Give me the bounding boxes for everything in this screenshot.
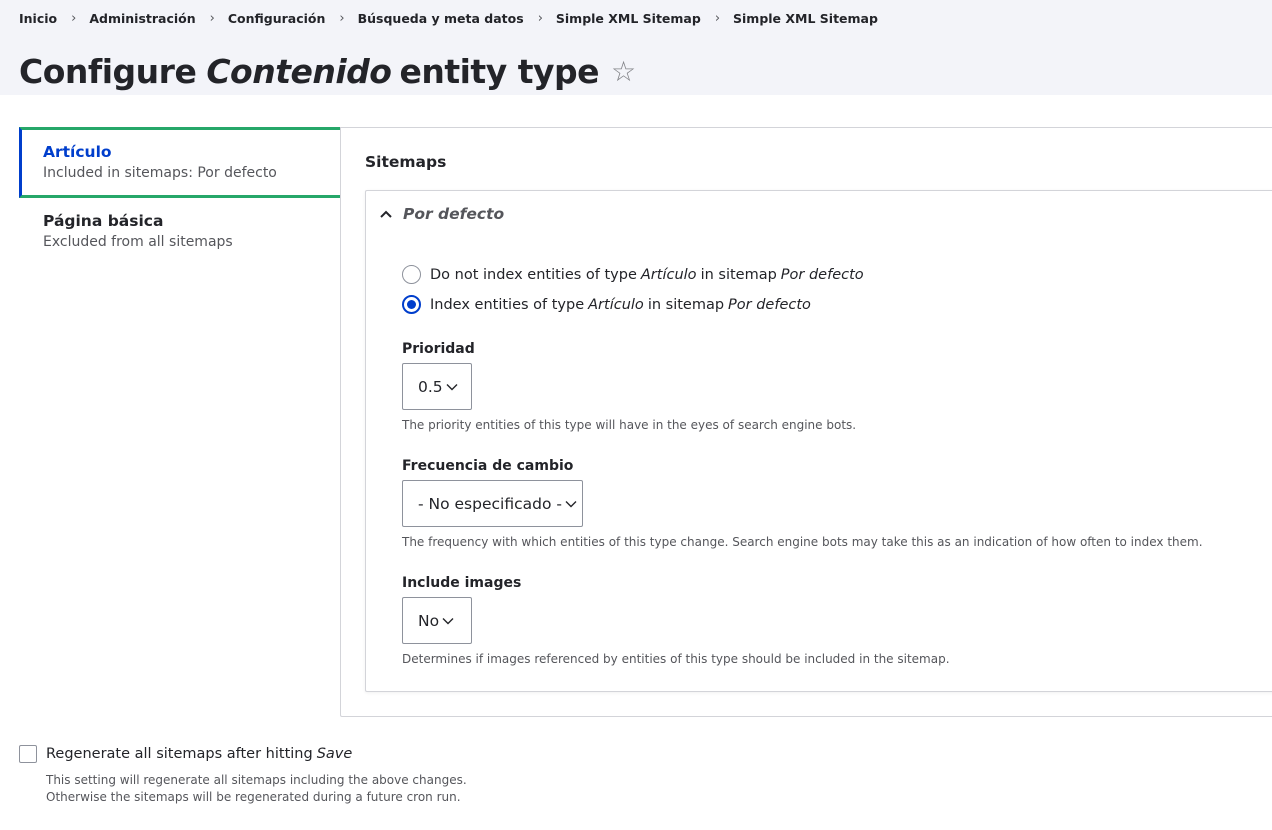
changefreq-description: The frequency with which entities of thi… bbox=[402, 535, 1203, 549]
breadcrumb-item-busqueda[interactable]: Búsqueda y meta datos bbox=[358, 11, 524, 26]
changefreq-value: - No especificado - bbox=[418, 494, 562, 513]
sitemap-details: Por defecto Do not index entities of typ… bbox=[365, 190, 1272, 692]
chevron-down-icon bbox=[442, 617, 454, 624]
changefreq-select[interactable]: - No especificado - bbox=[402, 480, 583, 527]
radio-label-pre: Do not index entities of type bbox=[430, 266, 637, 283]
tab-title: Artículo bbox=[43, 143, 112, 161]
breadcrumb-item-inicio[interactable]: Inicio bbox=[19, 11, 57, 26]
vertical-tabs: Artículo Included in sitemaps: Por defec… bbox=[19, 127, 340, 250]
regenerate-label-save: Save bbox=[316, 746, 353, 762]
breadcrumb-separator: › bbox=[537, 11, 543, 26]
chevron-up-icon bbox=[380, 210, 392, 218]
page-header: Inicio › Administración › Configuración … bbox=[0, 0, 1272, 95]
tab-summary: Excluded from all sitemaps bbox=[43, 234, 233, 250]
tab-articulo[interactable]: Artículo Included in sitemaps: Por defec… bbox=[19, 127, 340, 198]
breadcrumb-separator: › bbox=[714, 11, 721, 26]
radio-button-checked[interactable] bbox=[402, 295, 421, 314]
page-title: Configure Contenido entity type ☆ bbox=[19, 52, 636, 91]
breadcrumb-separator: › bbox=[209, 11, 215, 26]
regenerate-label: Regenerate all sitemaps after hitting bbox=[46, 746, 313, 762]
tab-panel: Sitemaps Por defecto Do not index entiti… bbox=[340, 127, 1272, 717]
breadcrumb-item-simple-xml-sitemap-current[interactable]: Simple XML Sitemap bbox=[733, 11, 878, 26]
tab-title: Página básica bbox=[43, 212, 164, 230]
priority-select[interactable]: 0.5 bbox=[402, 363, 472, 410]
changefreq-label: Frecuencia de cambio bbox=[402, 458, 574, 474]
details-summary[interactable]: Por defecto bbox=[379, 205, 504, 223]
radio-index[interactable]: Index entities of type Artículo in sitem… bbox=[402, 295, 815, 314]
breadcrumb-separator: › bbox=[339, 11, 345, 26]
sitemaps-legend: Sitemaps bbox=[365, 153, 447, 171]
tab-summary: Included in sitemaps: Por defecto bbox=[43, 165, 277, 181]
regenerate-description-line: This setting will regenerate all sitemap… bbox=[46, 773, 467, 787]
radio-label-type: Artículo bbox=[640, 266, 697, 283]
regenerate-description: This setting will regenerate all sitemap… bbox=[46, 772, 467, 806]
priority-value: 0.5 bbox=[418, 377, 443, 396]
chevron-down-icon bbox=[565, 500, 577, 507]
regenerate-checkbox[interactable] bbox=[19, 745, 37, 763]
page-title-prefix: Configure bbox=[19, 52, 197, 92]
radio-label-pre: Index entities of type bbox=[430, 296, 585, 313]
radio-button[interactable] bbox=[402, 265, 421, 284]
breadcrumb: Inicio › Administración › Configuración … bbox=[19, 11, 878, 26]
breadcrumb-item-simple-xml-sitemap[interactable]: Simple XML Sitemap bbox=[556, 11, 701, 26]
images-description: Determines if images referenced by entit… bbox=[402, 652, 950, 666]
tab-pagina-basica[interactable]: Página básica Excluded from all sitemaps bbox=[19, 198, 340, 250]
breadcrumb-item-configuracion[interactable]: Configuración bbox=[228, 11, 326, 26]
page-title-suffix: entity type bbox=[399, 52, 599, 92]
regenerate-description-line: Otherwise the sitemaps will be regenerat… bbox=[46, 790, 461, 804]
chevron-down-icon bbox=[446, 383, 458, 390]
priority-label: Prioridad bbox=[402, 341, 475, 357]
images-value: No bbox=[418, 611, 440, 630]
radio-label-mid: in sitemap bbox=[700, 266, 777, 283]
radio-label-sitemap: Por defecto bbox=[780, 266, 864, 283]
priority-description: The priority entities of this type will … bbox=[402, 418, 857, 432]
radio-label-mid: in sitemap bbox=[647, 296, 725, 313]
details-summary-label: Por defecto bbox=[403, 205, 505, 223]
page-title-entity: Contenido bbox=[206, 52, 392, 92]
breadcrumb-separator: › bbox=[71, 11, 77, 26]
images-select[interactable]: No bbox=[402, 597, 472, 644]
regenerate-option[interactable]: Regenerate all sitemaps after hitting Sa… bbox=[19, 745, 352, 763]
images-label: Include images bbox=[402, 575, 522, 591]
star-icon[interactable]: ☆ bbox=[611, 55, 636, 88]
radio-do-not-index[interactable]: Do not index entities of type Artículo i… bbox=[402, 265, 868, 284]
breadcrumb-item-administracion[interactable]: Administración bbox=[89, 11, 195, 26]
radio-label-sitemap: Por defecto bbox=[728, 296, 811, 313]
radio-label-type: Artículo bbox=[588, 296, 644, 313]
